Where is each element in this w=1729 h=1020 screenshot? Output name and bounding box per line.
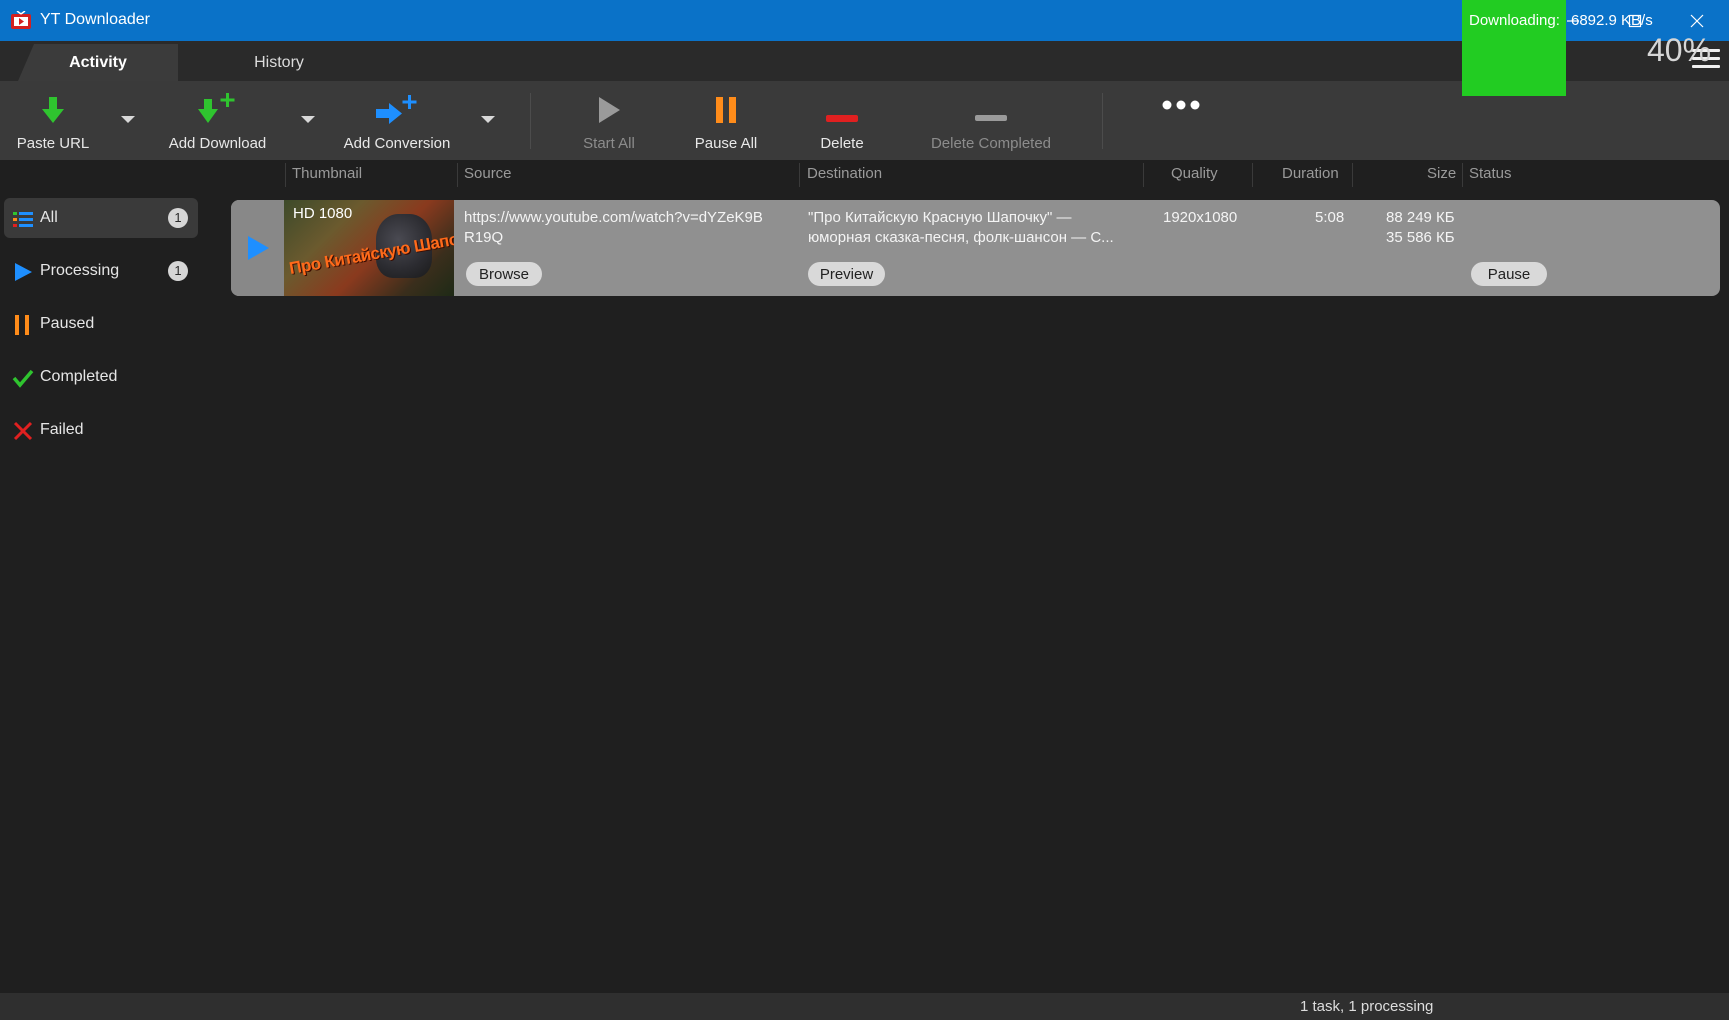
check-icon <box>12 369 34 388</box>
sidebar-item-failed[interactable]: Failed <box>4 410 198 450</box>
column-separator <box>1352 163 1353 187</box>
tab-history[interactable]: History <box>200 44 358 81</box>
preview-button[interactable]: Preview <box>808 262 885 286</box>
add-conversion-label: Add Conversion <box>343 135 451 152</box>
column-header-duration[interactable]: Duration <box>1282 165 1339 187</box>
progress-percent: 40% <box>1647 32 1712 68</box>
status-text: Downloading: <box>1469 12 1560 29</box>
column-separator <box>1143 163 1144 187</box>
window-title: YT Downloader <box>40 11 150 28</box>
close-icon <box>1690 14 1704 27</box>
column-separator <box>799 163 800 187</box>
more-icon <box>1162 100 1200 110</box>
row-play-button[interactable] <box>231 200 284 296</box>
download-arrow-icon <box>42 97 64 123</box>
source-url-continued: R19Q <box>464 229 504 246</box>
paste-url-label: Paste URL <box>16 135 90 152</box>
app-logo-icon <box>11 11 31 29</box>
start-all-button[interactable]: Start All <box>568 81 650 160</box>
x-icon <box>13 421 33 441</box>
delete-completed-label: Delete Completed <box>930 135 1052 152</box>
sidebar-item-all[interactable]: All 1 <box>4 198 198 238</box>
pause-all-label: Pause All <box>694 135 758 152</box>
pause-icon <box>716 97 736 123</box>
pause-button[interactable]: Pause <box>1471 262 1547 286</box>
column-header-size[interactable]: Size <box>1427 165 1456 187</box>
pause-icon <box>15 315 29 335</box>
play-icon <box>15 263 32 281</box>
sidebar-item-paused[interactable]: Paused <box>4 304 198 344</box>
browse-button[interactable]: Browse <box>466 262 542 286</box>
size-downloaded: 35 586 КБ <box>1386 229 1455 246</box>
play-icon <box>247 236 269 260</box>
paste-url-button[interactable]: Paste URL <box>12 81 94 160</box>
sidebar-item-processing[interactable]: Processing 1 <box>4 251 198 291</box>
minus-icon <box>826 115 858 122</box>
task-summary: 1 task, 1 processing <box>1300 998 1434 1015</box>
thumbnail-quality-badge: HD 1080 <box>293 205 353 222</box>
sidebar: All 1 Processing 1 Paused Completed Fail… <box>0 160 210 992</box>
add-download-button[interactable]: Add Download <box>160 81 275 160</box>
add-conversion-icon <box>376 95 417 124</box>
delete-button[interactable]: Delete <box>804 81 880 160</box>
column-separator <box>285 163 286 187</box>
more-button[interactable] <box>1150 81 1212 160</box>
add-conversion-button[interactable]: Add Conversion <box>338 81 456 160</box>
add-conversion-dropdown-icon[interactable] <box>481 116 495 123</box>
sidebar-item-label: Completed <box>40 368 118 385</box>
add-download-icon <box>197 93 234 123</box>
download-speed: 6892.9 KB/s <box>1571 12 1653 29</box>
sidebar-item-label: All <box>40 209 58 226</box>
toolbar-separator <box>530 93 531 149</box>
video-thumbnail[interactable]: HD 1080 Про Китайскую Шапочку <box>284 200 454 296</box>
quality-value: 1920x1080 <box>1163 209 1238 226</box>
column-separator <box>1462 163 1463 187</box>
column-header-quality[interactable]: Quality <box>1171 165 1218 187</box>
column-separator <box>1252 163 1253 187</box>
start-all-label: Start All <box>583 135 635 152</box>
source-url: https://www.youtube.com/watch?v=dYZeK9B <box>464 209 763 226</box>
list-icon <box>13 212 33 227</box>
paste-url-dropdown-icon[interactable] <box>121 116 135 123</box>
column-header-thumbnail[interactable]: Thumbnail <box>292 165 362 187</box>
duration-value: 5:08 <box>1315 209 1345 226</box>
count-badge: 1 <box>168 208 188 228</box>
column-header-destination[interactable]: Destination <box>807 165 882 187</box>
delete-label: Delete <box>820 135 864 152</box>
sidebar-item-completed[interactable]: Completed <box>4 357 198 397</box>
add-download-dropdown-icon[interactable] <box>301 116 315 123</box>
size-total: 88 249 КБ <box>1386 209 1455 226</box>
sidebar-item-label: Paused <box>40 315 95 332</box>
count-badge: 1 <box>168 261 188 281</box>
sidebar-item-label: Processing <box>40 262 120 279</box>
add-download-label: Add Download <box>168 135 267 152</box>
minus-icon <box>975 115 1007 121</box>
column-header-source[interactable]: Source <box>464 165 512 187</box>
sidebar-item-label: Failed <box>40 421 84 438</box>
tab-activity[interactable]: Activity <box>18 44 178 81</box>
delete-completed-button[interactable]: Delete Completed <box>922 81 1060 160</box>
column-separator <box>457 163 458 187</box>
toolbar-separator <box>1102 93 1103 149</box>
destination-name: "Про Китайскую Красную Шапочку" — <box>808 209 1072 226</box>
status-bar: 1 task, 1 processing <box>0 993 1729 1020</box>
pause-all-button[interactable]: Pause All <box>684 81 768 160</box>
column-header-status[interactable]: Status <box>1469 165 1512 187</box>
play-icon <box>599 97 620 123</box>
destination-name-continued: юморная сказка-песня, фолк-шансон — С... <box>808 229 1114 246</box>
